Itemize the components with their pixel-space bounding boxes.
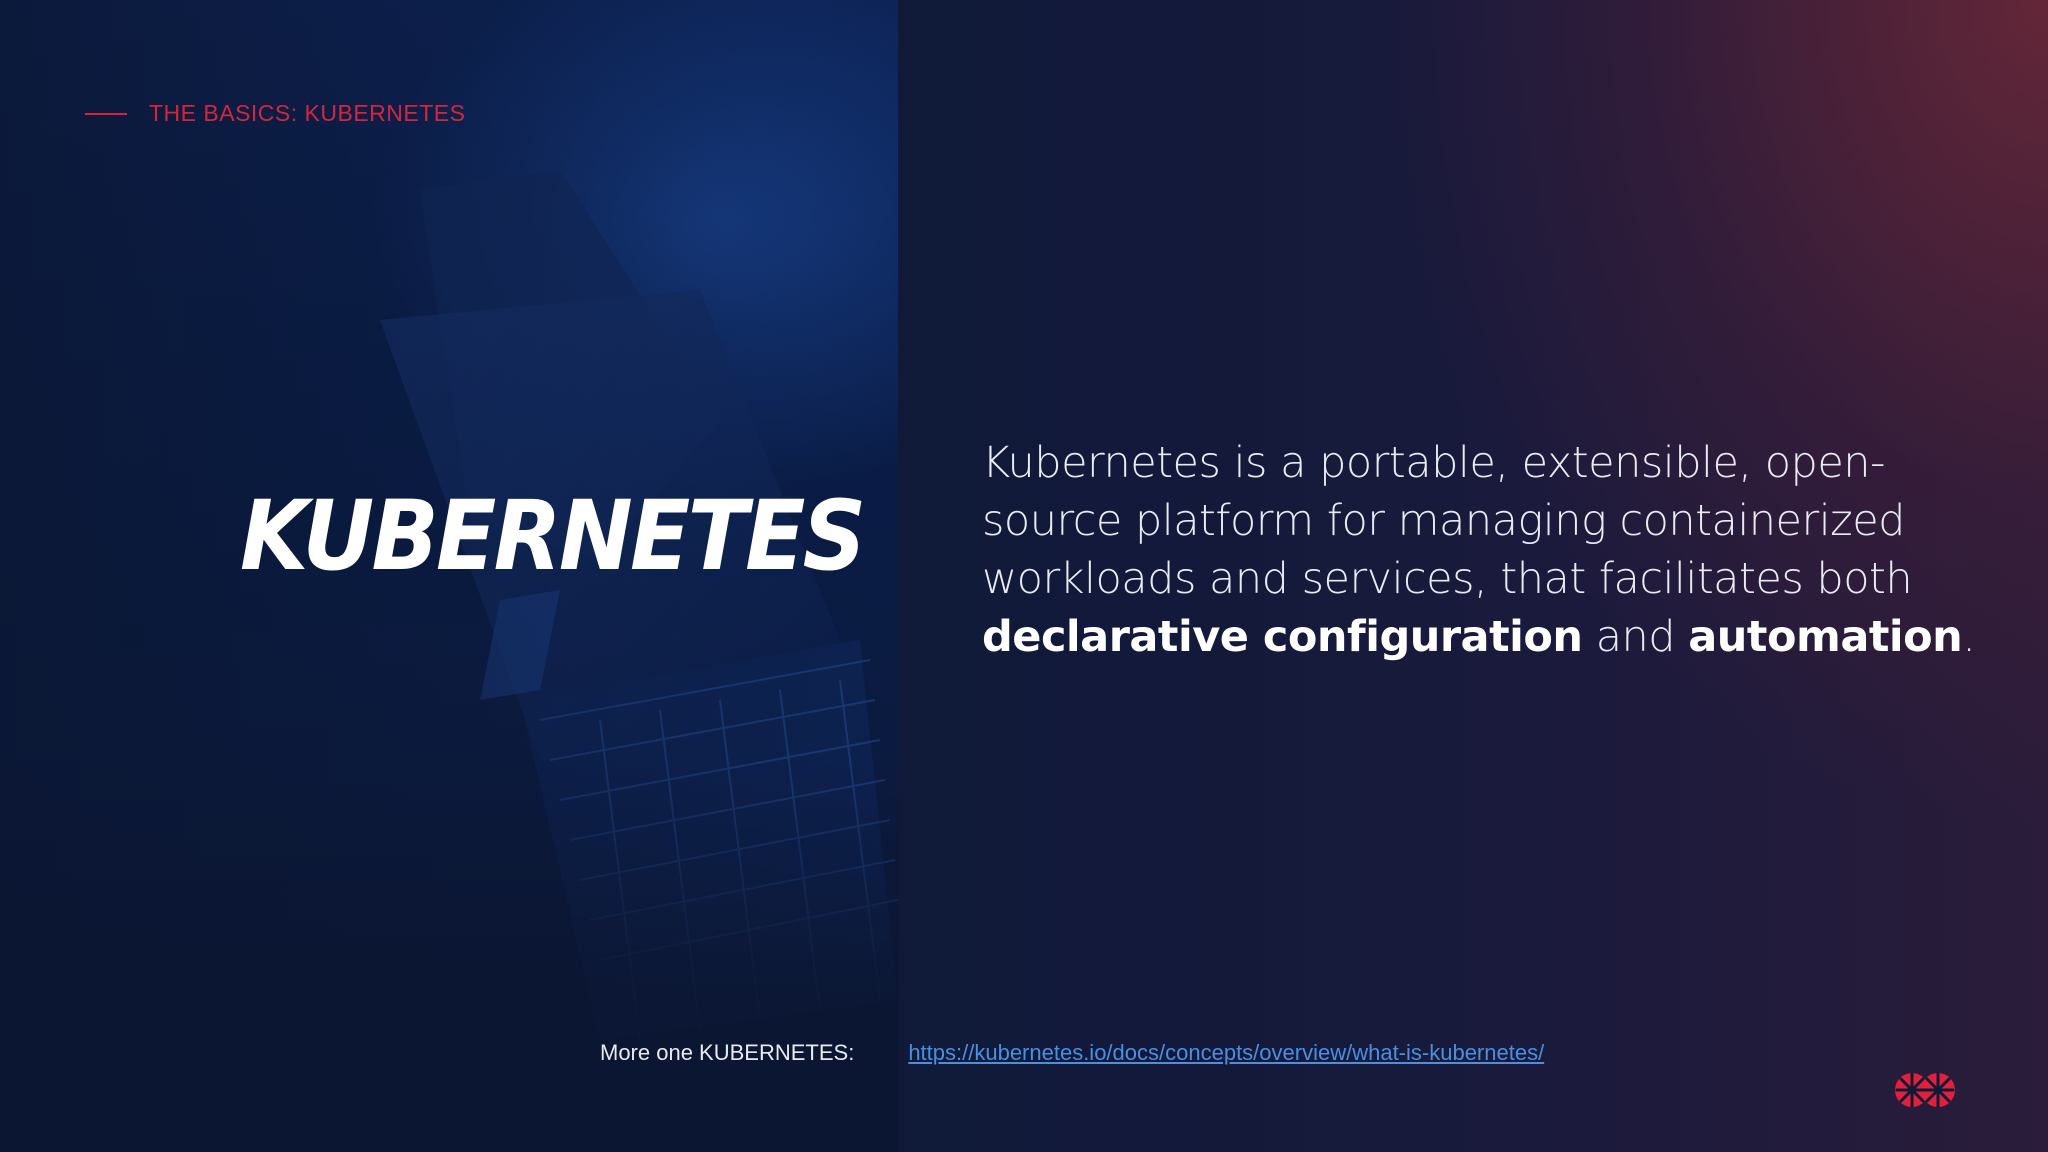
description-bold-1: declarative configuration — [982, 612, 1583, 662]
description-text-1: Kubernetes is a portable, extensible, op… — [982, 438, 1913, 604]
description-bold-2: automation — [1688, 612, 1963, 662]
slide-title: KUBERNETES — [240, 480, 866, 592]
section-label-text: THE BASICS: KUBERNETES — [149, 100, 466, 126]
description-text-3: . — [1962, 612, 1976, 662]
photo-fade-overlay — [0, 760, 898, 1152]
description-paragraph: Kubernetes is a portable, extensible, op… — [982, 434, 1982, 666]
slide: THE BASICS: KUBERNETES KUBERNETES Kubern… — [0, 0, 2048, 1152]
kubernetes-docs-link[interactable]: https://kubernetes.io/docs/concepts/over… — [908, 1040, 1544, 1066]
red-starburst-logo-icon — [1895, 1072, 1955, 1108]
footer-note: More one KUBERNETES: https://kubernetes.… — [600, 1040, 1544, 1066]
section-label: THE BASICS: KUBERNETES — [85, 100, 465, 127]
footer-label: More one KUBERNETES: — [600, 1040, 855, 1065]
description-text-2: and — [1582, 612, 1689, 662]
section-rule-line — [85, 112, 127, 115]
